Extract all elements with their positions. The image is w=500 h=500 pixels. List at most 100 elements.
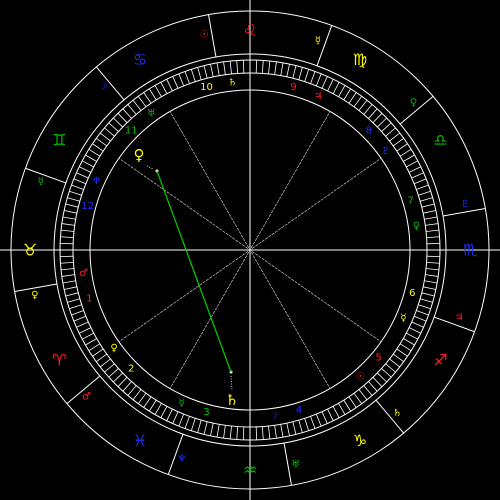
degree-tick bbox=[71, 184, 84, 190]
degree-tick bbox=[321, 76, 328, 89]
house-ruler-icon: ♅ bbox=[147, 109, 156, 120]
degree-tick bbox=[280, 62, 284, 76]
sagittarius-glyph-icon: ♐ bbox=[433, 351, 447, 370]
aries-glyph-icon: ♈ bbox=[52, 351, 66, 370]
degree-tick bbox=[416, 184, 429, 190]
house-ruler-icon: ♃ bbox=[314, 91, 323, 102]
degree-tick bbox=[203, 65, 208, 79]
degree-tick bbox=[348, 396, 357, 408]
taurus-glyph-icon: ♉ bbox=[23, 241, 37, 260]
degree-tick bbox=[372, 113, 383, 123]
saturn-icon: ♄ bbox=[225, 391, 238, 409]
aquarius-glyph-icon: ♒ bbox=[243, 461, 257, 480]
house-number: 4 bbox=[296, 405, 302, 416]
degree-tick bbox=[418, 190, 431, 196]
house-ruler-icon: ♂ bbox=[79, 268, 88, 279]
degree-tick bbox=[210, 64, 214, 77]
aries-ruler-icon: ♂ bbox=[82, 392, 91, 403]
degree-tick bbox=[236, 60, 239, 74]
degree-tick bbox=[216, 62, 220, 76]
degree-tick bbox=[332, 82, 340, 94]
degree-tick bbox=[190, 418, 196, 431]
planets: ♀♄ bbox=[134, 146, 239, 409]
house-number: 6 bbox=[409, 288, 415, 299]
house-number: 9 bbox=[290, 82, 296, 93]
pisces-glyph-icon: ♓ bbox=[133, 431, 147, 450]
degree-tick bbox=[424, 216, 438, 220]
cancer-glyph-icon: ♋ bbox=[133, 50, 147, 69]
scorpio-ruler-icon: ♇ bbox=[461, 199, 470, 210]
degree-tick bbox=[389, 132, 400, 142]
chart-lines bbox=[0, 0, 500, 500]
degree-tick bbox=[85, 338, 97, 346]
degree-tick bbox=[372, 377, 383, 387]
degree-tick bbox=[61, 223, 75, 226]
degree-tick bbox=[166, 408, 173, 421]
degree-tick bbox=[286, 64, 290, 77]
degree-tick bbox=[406, 160, 418, 168]
degree-tick bbox=[76, 321, 89, 328]
degree-tick bbox=[425, 274, 439, 277]
degree-tick bbox=[216, 424, 220, 438]
degree-tick bbox=[408, 327, 421, 334]
virgo-glyph-icon: ♍ bbox=[353, 50, 367, 69]
degree-tick bbox=[203, 421, 208, 435]
degree-tick bbox=[100, 358, 111, 368]
libra-ruler-icon: ♀ bbox=[410, 97, 417, 108]
degree-tick bbox=[60, 261, 74, 264]
degree-tick bbox=[122, 108, 132, 119]
degree-tick bbox=[420, 197, 433, 202]
degree-tick bbox=[363, 104, 373, 115]
natal-chart: ♌ ☉ ♋ ☽ ♊ ☿ ♉ ♀ ♈ ♂ ♓ ♆ ♒ ♅ ♑ ♄ ♐ ♃ ♏ ♇ ♎ ♀ ♍ ☿ 1 ♂ 2 ♀ 3 ☿ 4 ☽ 5 ☉ 6 ☿ 7 ♀ 8… bbox=[0, 0, 500, 500]
degree-tick bbox=[298, 420, 303, 433]
degree-tick bbox=[69, 190, 82, 196]
degree-tick bbox=[67, 298, 80, 303]
degree-tick bbox=[71, 310, 84, 316]
leo-glyph-icon: ♌ bbox=[243, 21, 257, 40]
degree-tick bbox=[178, 413, 185, 427]
degree-tick bbox=[426, 236, 440, 239]
degree-tick bbox=[172, 411, 179, 424]
degree-tick bbox=[69, 304, 82, 310]
taurus-ruler-icon: ♀ bbox=[31, 290, 38, 301]
degree-tick bbox=[327, 408, 334, 421]
degree-tick bbox=[385, 127, 396, 137]
degree-tick bbox=[423, 286, 436, 290]
degree-tick bbox=[190, 69, 196, 82]
house-ruler-icon: ☽ bbox=[269, 411, 278, 422]
degree-tick bbox=[184, 416, 190, 429]
degree-tick bbox=[82, 332, 94, 340]
house-ruler-icon: ♀ bbox=[110, 343, 117, 354]
sign-cusp-line bbox=[208, 14, 217, 58]
degree-tick bbox=[310, 416, 316, 429]
degree-tick bbox=[411, 172, 424, 179]
degree-tick bbox=[416, 310, 429, 316]
degree-tick bbox=[274, 425, 277, 439]
degree-tick bbox=[321, 411, 328, 424]
degree-tick bbox=[197, 67, 202, 80]
degree-tick bbox=[137, 96, 147, 108]
degree-tick bbox=[403, 338, 415, 346]
libra-glyph-icon: ♎ bbox=[433, 131, 447, 150]
degree-tick bbox=[108, 368, 119, 378]
degree-tick bbox=[425, 268, 440, 271]
degree-tick bbox=[143, 92, 152, 104]
degree-tick bbox=[338, 85, 346, 97]
house-ruler-icon: ♄ bbox=[228, 77, 237, 88]
degree-tick bbox=[127, 385, 137, 396]
aquarius-ruler-icon: ♅ bbox=[291, 460, 300, 471]
degree-tick bbox=[223, 61, 226, 75]
cancer-ruler-icon: ☽ bbox=[98, 81, 107, 92]
degree-tick bbox=[381, 368, 392, 378]
house-number: 3 bbox=[203, 407, 209, 418]
degree-tick bbox=[392, 137, 404, 147]
degree-tick bbox=[418, 304, 431, 310]
degree-tick bbox=[327, 79, 334, 92]
degree-tick bbox=[332, 406, 340, 418]
degree-tick bbox=[363, 385, 373, 396]
capricorn-glyph-icon: ♑ bbox=[353, 431, 367, 450]
degree-tick bbox=[280, 424, 284, 438]
degree-tick bbox=[261, 60, 264, 74]
house-number: 7 bbox=[407, 195, 413, 206]
house-number: 12 bbox=[81, 201, 94, 212]
